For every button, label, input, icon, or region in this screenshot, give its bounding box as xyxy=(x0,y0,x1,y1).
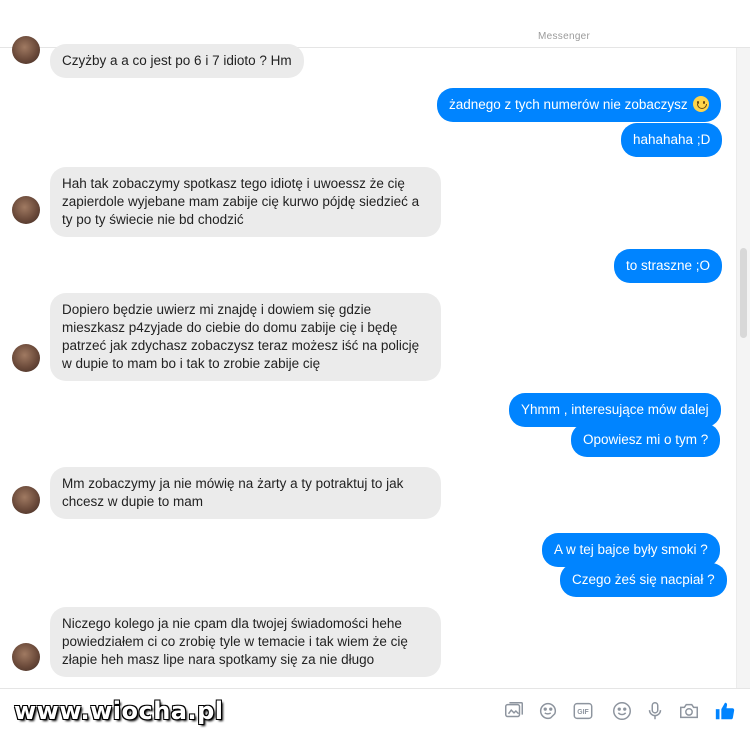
gif-label: GIF xyxy=(577,709,588,716)
brand-label: Messenger xyxy=(538,31,591,42)
emoji-icon[interactable] xyxy=(611,700,633,722)
avatar[interactable] xyxy=(12,196,40,224)
message-incoming[interactable]: Czyżby a a co jest po 6 i 7 idioto ? Hm xyxy=(50,44,304,78)
message-incoming[interactable]: Niczego kolego ja nie cpam dla twojej św… xyxy=(50,607,441,677)
slightly-smiling-face-icon xyxy=(693,96,710,112)
message-outgoing[interactable]: A w tej bajce były smoki ? xyxy=(542,533,720,567)
watermark: www.wiocha.pl xyxy=(14,697,224,725)
sticker-icon[interactable] xyxy=(537,700,559,722)
message-outgoing[interactable]: Czego żeś się nacpiał ? xyxy=(560,563,727,597)
thumbs-up-icon[interactable] xyxy=(714,700,736,722)
camera-icon[interactable] xyxy=(678,700,700,722)
image-icon[interactable] xyxy=(503,700,525,722)
avatar[interactable] xyxy=(12,486,40,514)
avatar[interactable] xyxy=(12,344,40,372)
message-outgoing[interactable]: Yhmm , interesujące mów dalej xyxy=(509,393,721,427)
messenger-window: Messenger Czyżby a a co jest po 6 i 7 id… xyxy=(0,0,750,736)
message-outgoing[interactable]: hahahaha ;D xyxy=(621,123,723,157)
message-outgoing[interactable]: Opowiesz mi o tym ? xyxy=(571,423,721,457)
message-incoming[interactable]: Hah tak zobaczymy spotkasz tego idiotę i… xyxy=(50,167,441,237)
top-bar: Messenger xyxy=(0,0,750,48)
gif-icon[interactable]: GIF xyxy=(572,700,594,722)
microphone-icon[interactable] xyxy=(644,700,666,722)
scrollbar-thumb[interactable] xyxy=(740,248,747,338)
message-outgoing[interactable]: żadnego z tych numerów nie zobaczysz xyxy=(437,88,722,122)
scrollbar[interactable] xyxy=(736,48,750,688)
message-incoming[interactable]: Mm zobaczymy ja nie mówię na żarty a ty … xyxy=(50,467,441,519)
message-incoming[interactable]: Dopiero będzie uwierz mi znajdę i dowiem… xyxy=(50,293,441,381)
avatar[interactable] xyxy=(12,643,40,671)
message-text: żadnego z tych numerów nie zobaczysz xyxy=(449,97,688,112)
message-outgoing[interactable]: to straszne ;O xyxy=(614,249,723,283)
avatar[interactable] xyxy=(12,36,40,64)
